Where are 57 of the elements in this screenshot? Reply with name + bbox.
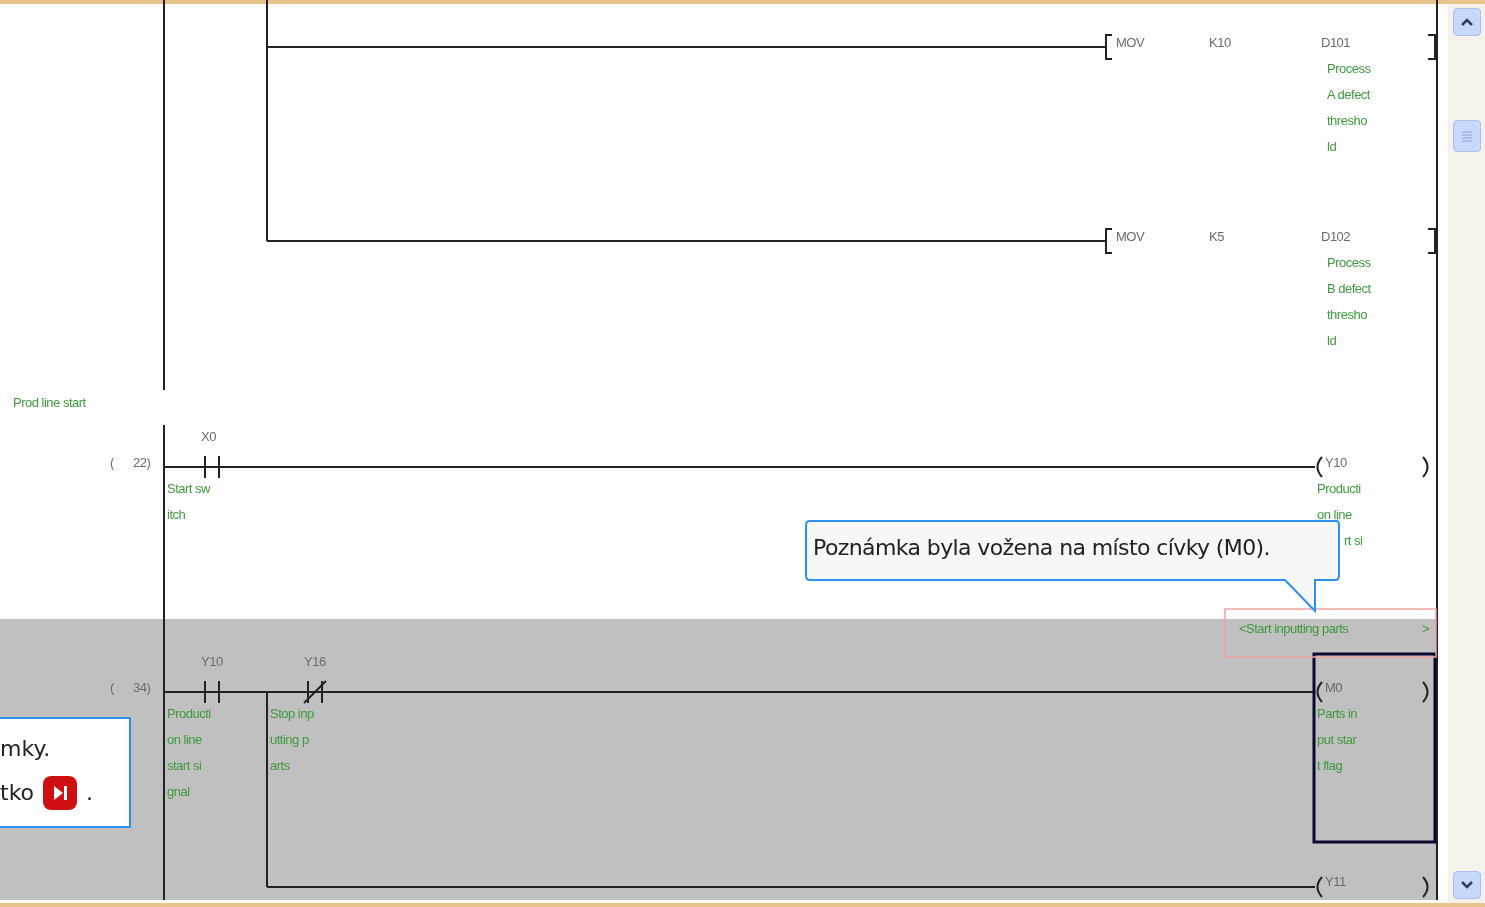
instruction-operand: K5 <box>1209 229 1224 245</box>
device-comment: t flag <box>1317 758 1343 774</box>
device-comment: itch <box>167 507 186 523</box>
device-comment: thresho <box>1327 307 1367 323</box>
device-label: Y10 <box>1325 455 1347 471</box>
hint-text: . <box>86 778 94 807</box>
device-label: Y10 <box>201 654 223 670</box>
scroll-up-button[interactable] <box>1452 8 1481 36</box>
step-bracket: ( <box>110 455 114 471</box>
note-bracket: > <box>1422 621 1430 637</box>
device-comment: Start sw <box>167 481 210 497</box>
device-comment: on line <box>1317 507 1352 523</box>
grip-icon <box>1460 130 1473 142</box>
device-comment: A defect <box>1327 87 1370 103</box>
instruction-mnemonic: MOV <box>1116 229 1145 245</box>
device-comment: put star <box>1317 732 1357 748</box>
step-number: 22) <box>133 455 151 471</box>
device-comment: Producti <box>167 706 211 722</box>
device-comment: rt si <box>1344 533 1363 549</box>
device-comment: Process <box>1327 255 1371 271</box>
device-comment: B defect <box>1327 281 1371 297</box>
device-comment: gnal <box>167 784 190 800</box>
open-contact-symbol <box>204 455 220 479</box>
vertical-scrollbar[interactable] <box>1448 4 1485 903</box>
device-label: X0 <box>201 429 216 445</box>
note-text: <Start inputting parts <box>1239 621 1349 637</box>
step-number: 34) <box>133 680 151 696</box>
device-label: Y11 <box>1325 874 1346 890</box>
instruction-operand: D101 <box>1321 35 1351 51</box>
device-label: Y16 <box>304 654 326 670</box>
hint-text: mky. <box>0 734 52 763</box>
callout-text: Poznámka byla vožena na místo cívky (M0). <box>813 534 1270 562</box>
device-comment: arts <box>270 758 290 774</box>
scrollbar-thumb[interactable] <box>1452 120 1481 152</box>
open-contact-symbol <box>204 680 220 704</box>
device-comment: start si <box>167 758 202 774</box>
instruction-operand: K10 <box>1209 35 1231 51</box>
device-label: M0 <box>1325 680 1343 696</box>
scroll-down-button[interactable] <box>1452 871 1481 899</box>
instruction-operand: D102 <box>1321 229 1351 245</box>
device-comment: Process <box>1327 61 1371 77</box>
device-comment: Stop inp <box>270 706 314 722</box>
statement-text: Prod line start <box>13 395 86 411</box>
device-comment: ld <box>1327 333 1337 349</box>
hint-text: tko <box>0 778 35 807</box>
device-comment: Producti <box>1317 481 1361 497</box>
closed-contact-symbol <box>303 680 327 704</box>
device-comment: utting p <box>270 732 309 748</box>
skip-forward-icon <box>42 774 79 811</box>
chevron-down-icon <box>1459 880 1474 890</box>
device-comment: ld <box>1327 139 1337 155</box>
device-comment: thresho <box>1327 113 1367 129</box>
device-comment: on line <box>167 732 202 748</box>
step-bracket: ( <box>110 680 114 696</box>
chevron-up-icon <box>1459 17 1474 27</box>
instruction-mnemonic: MOV <box>1116 35 1145 51</box>
device-comment: Parts in <box>1317 706 1358 722</box>
